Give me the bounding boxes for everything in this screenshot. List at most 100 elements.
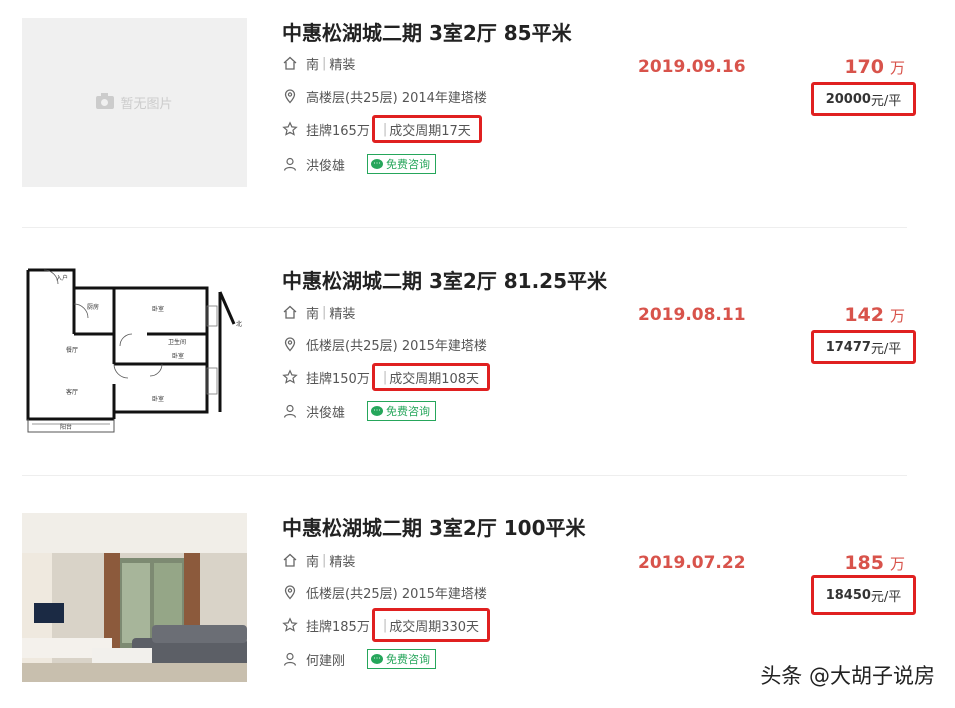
floorplan-label-bedroom: 卧室 bbox=[152, 305, 164, 313]
floorplan-label-entrance: 入户 bbox=[56, 274, 68, 282]
user-icon bbox=[282, 403, 298, 419]
deal-cycle: 成交周期17天 bbox=[389, 123, 471, 139]
unit-price-suffix: 元/平 bbox=[870, 341, 902, 357]
free-consult-button[interactable]: ··· 免费咨询 bbox=[367, 401, 437, 421]
home-icon bbox=[282, 55, 298, 71]
orientation: 南 bbox=[306, 57, 320, 73]
consult-label: 免费咨询 bbox=[386, 158, 431, 171]
orientation-row: 南 | 精装 bbox=[282, 52, 355, 74]
floorplan-label-balcony: 阳台 bbox=[60, 423, 72, 431]
living-room-photo bbox=[22, 513, 247, 682]
home-icon bbox=[282, 552, 298, 568]
consult-label: 免费咨询 bbox=[386, 653, 431, 666]
location-icon bbox=[282, 336, 298, 352]
star-icon bbox=[282, 617, 298, 633]
deal-date: 2019.09.16 bbox=[638, 57, 746, 77]
floor-row: 高楼层(共25层) 2014年建塔楼 bbox=[282, 85, 487, 107]
watermark: 头条 @大胡子说房 bbox=[760, 664, 935, 688]
price-unit: 万 bbox=[889, 59, 905, 77]
orientation-row: 南 | 精装 bbox=[282, 301, 355, 323]
star-icon bbox=[282, 121, 298, 137]
user-icon bbox=[282, 651, 298, 667]
unit-price-value: 17477 bbox=[825, 339, 871, 355]
listing-photo[interactable] bbox=[22, 513, 247, 682]
floorplan-label-bedroom: 卧室 bbox=[172, 352, 184, 360]
floor-row: 低楼层(共25层) 2015年建塔楼 bbox=[282, 333, 487, 355]
chat-icon: ··· bbox=[371, 159, 384, 169]
deal-date: 2019.08.11 bbox=[638, 305, 746, 325]
price-value: 170 bbox=[844, 56, 884, 78]
price-cycle-row: 挂牌150万 | 成交周期108天 bbox=[282, 363, 491, 391]
unit-price-highlight: 20000 元/平 bbox=[811, 82, 916, 116]
deal-cycle-highlight: | 成交周期330天 bbox=[371, 608, 491, 642]
floorplan-label-bedroom: 卧室 bbox=[152, 395, 164, 403]
deal-price: 170 万 bbox=[844, 56, 905, 78]
orientation-row: 南 | 精装 bbox=[282, 549, 355, 571]
listing-title[interactable]: 中惠松湖城二期 3室2厅 81.25平米 bbox=[282, 265, 607, 294]
listing-card: 暂无图片 中惠松湖城二期 3室2厅 85平米 南 | 精装 高楼层(共25层) 20… bbox=[0, 18, 955, 193]
free-consult-button[interactable]: ··· 免费咨询 bbox=[367, 649, 437, 669]
floor-row: 低楼层(共25层) 2015年建塔楼 bbox=[282, 581, 487, 603]
floorplan-drawing: 入户 厨房 卧室 卫生间 卧室 餐厅 客厅 卧室 阳台 北 bbox=[26, 268, 242, 433]
user-icon bbox=[282, 156, 298, 172]
floor-info: 低楼层(共25层) 2015年建塔楼 bbox=[306, 586, 487, 602]
price-cycle-row: 挂牌165万 | 成交周期17天 bbox=[282, 115, 482, 143]
floorplan-image[interactable]: 入户 厨房 卧室 卫生间 卧室 餐厅 客厅 卧室 阳台 北 bbox=[22, 264, 247, 433]
chat-icon: ··· bbox=[371, 406, 384, 416]
unit-price-value: 20000 bbox=[825, 91, 871, 107]
agent-name[interactable]: 洪俊雄 bbox=[306, 155, 345, 174]
location-icon bbox=[282, 584, 298, 600]
agent-row: 何建刚 ··· 免费咨询 bbox=[282, 648, 437, 670]
agent-name[interactable]: 何建刚 bbox=[306, 650, 345, 669]
floor-info: 高楼层(共25层) 2014年建塔楼 bbox=[306, 90, 487, 106]
no-image-label: 暂无图片 bbox=[120, 97, 173, 112]
price-value: 142 bbox=[844, 304, 884, 326]
listing-price: 挂牌185万 bbox=[306, 619, 370, 635]
floorplan-label-bathroom: 卫生间 bbox=[168, 338, 186, 346]
consult-label: 免费咨询 bbox=[386, 405, 431, 418]
listing-title[interactable]: 中惠松湖城二期 3室2厅 100平米 bbox=[282, 512, 586, 541]
agent-row: 洪俊雄 ··· 免费咨询 bbox=[282, 153, 437, 175]
listing-title[interactable]: 中惠松湖城二期 3室2厅 85平米 bbox=[282, 17, 572, 46]
chat-icon: ··· bbox=[371, 654, 384, 664]
unit-price-suffix: 元/平 bbox=[870, 589, 902, 605]
listing-image-placeholder[interactable]: 暂无图片 bbox=[22, 18, 247, 187]
home-icon bbox=[282, 304, 298, 320]
divider bbox=[22, 227, 907, 228]
decoration: 精装 bbox=[329, 554, 356, 570]
floor-info: 低楼层(共25层) 2015年建塔楼 bbox=[306, 338, 487, 354]
free-consult-button[interactable]: ··· 免费咨询 bbox=[367, 154, 437, 174]
deal-price: 185 万 bbox=[844, 552, 905, 574]
star-icon bbox=[282, 369, 298, 385]
decoration: 精装 bbox=[329, 57, 356, 73]
deal-date: 2019.07.22 bbox=[638, 553, 746, 573]
floorplan-label-kitchen: 厨房 bbox=[87, 303, 99, 311]
camera-icon bbox=[96, 93, 115, 109]
divider bbox=[22, 475, 907, 476]
unit-price-highlight: 18450 元/平 bbox=[811, 575, 916, 615]
agent-name[interactable]: 洪俊雄 bbox=[306, 402, 345, 421]
deal-cycle: 成交周期330天 bbox=[389, 619, 480, 635]
orientation: 南 bbox=[306, 306, 320, 322]
unit-price-highlight: 17477 元/平 bbox=[811, 330, 916, 364]
listing-card: 入户 厨房 卧室 卫生间 卧室 餐厅 客厅 卧室 阳台 北 中惠松湖城二期 3室… bbox=[0, 264, 955, 439]
orientation: 南 bbox=[306, 554, 320, 570]
price-value: 185 bbox=[844, 552, 884, 574]
unit-price-value: 18450 bbox=[825, 587, 871, 603]
location-icon bbox=[282, 88, 298, 104]
price-unit: 万 bbox=[889, 307, 905, 325]
floorplan-label-dining: 餐厅 bbox=[66, 346, 78, 354]
listing-price: 挂牌165万 bbox=[306, 123, 370, 139]
agent-row: 洪俊雄 ··· 免费咨询 bbox=[282, 400, 437, 422]
price-unit: 万 bbox=[889, 555, 905, 573]
price-cycle-row: 挂牌185万 | 成交周期330天 bbox=[282, 608, 491, 642]
deal-price: 142 万 bbox=[844, 304, 905, 326]
floorplan-label-living: 客厅 bbox=[66, 388, 78, 396]
listing-price: 挂牌150万 bbox=[306, 371, 370, 387]
floorplan-label-north: 北 bbox=[236, 320, 242, 328]
deal-cycle-highlight: | 成交周期108天 bbox=[371, 363, 491, 391]
decoration: 精装 bbox=[329, 306, 356, 322]
deal-cycle-highlight: | 成交周期17天 bbox=[371, 115, 482, 143]
deal-cycle: 成交周期108天 bbox=[389, 371, 480, 387]
unit-price-suffix: 元/平 bbox=[870, 93, 902, 109]
